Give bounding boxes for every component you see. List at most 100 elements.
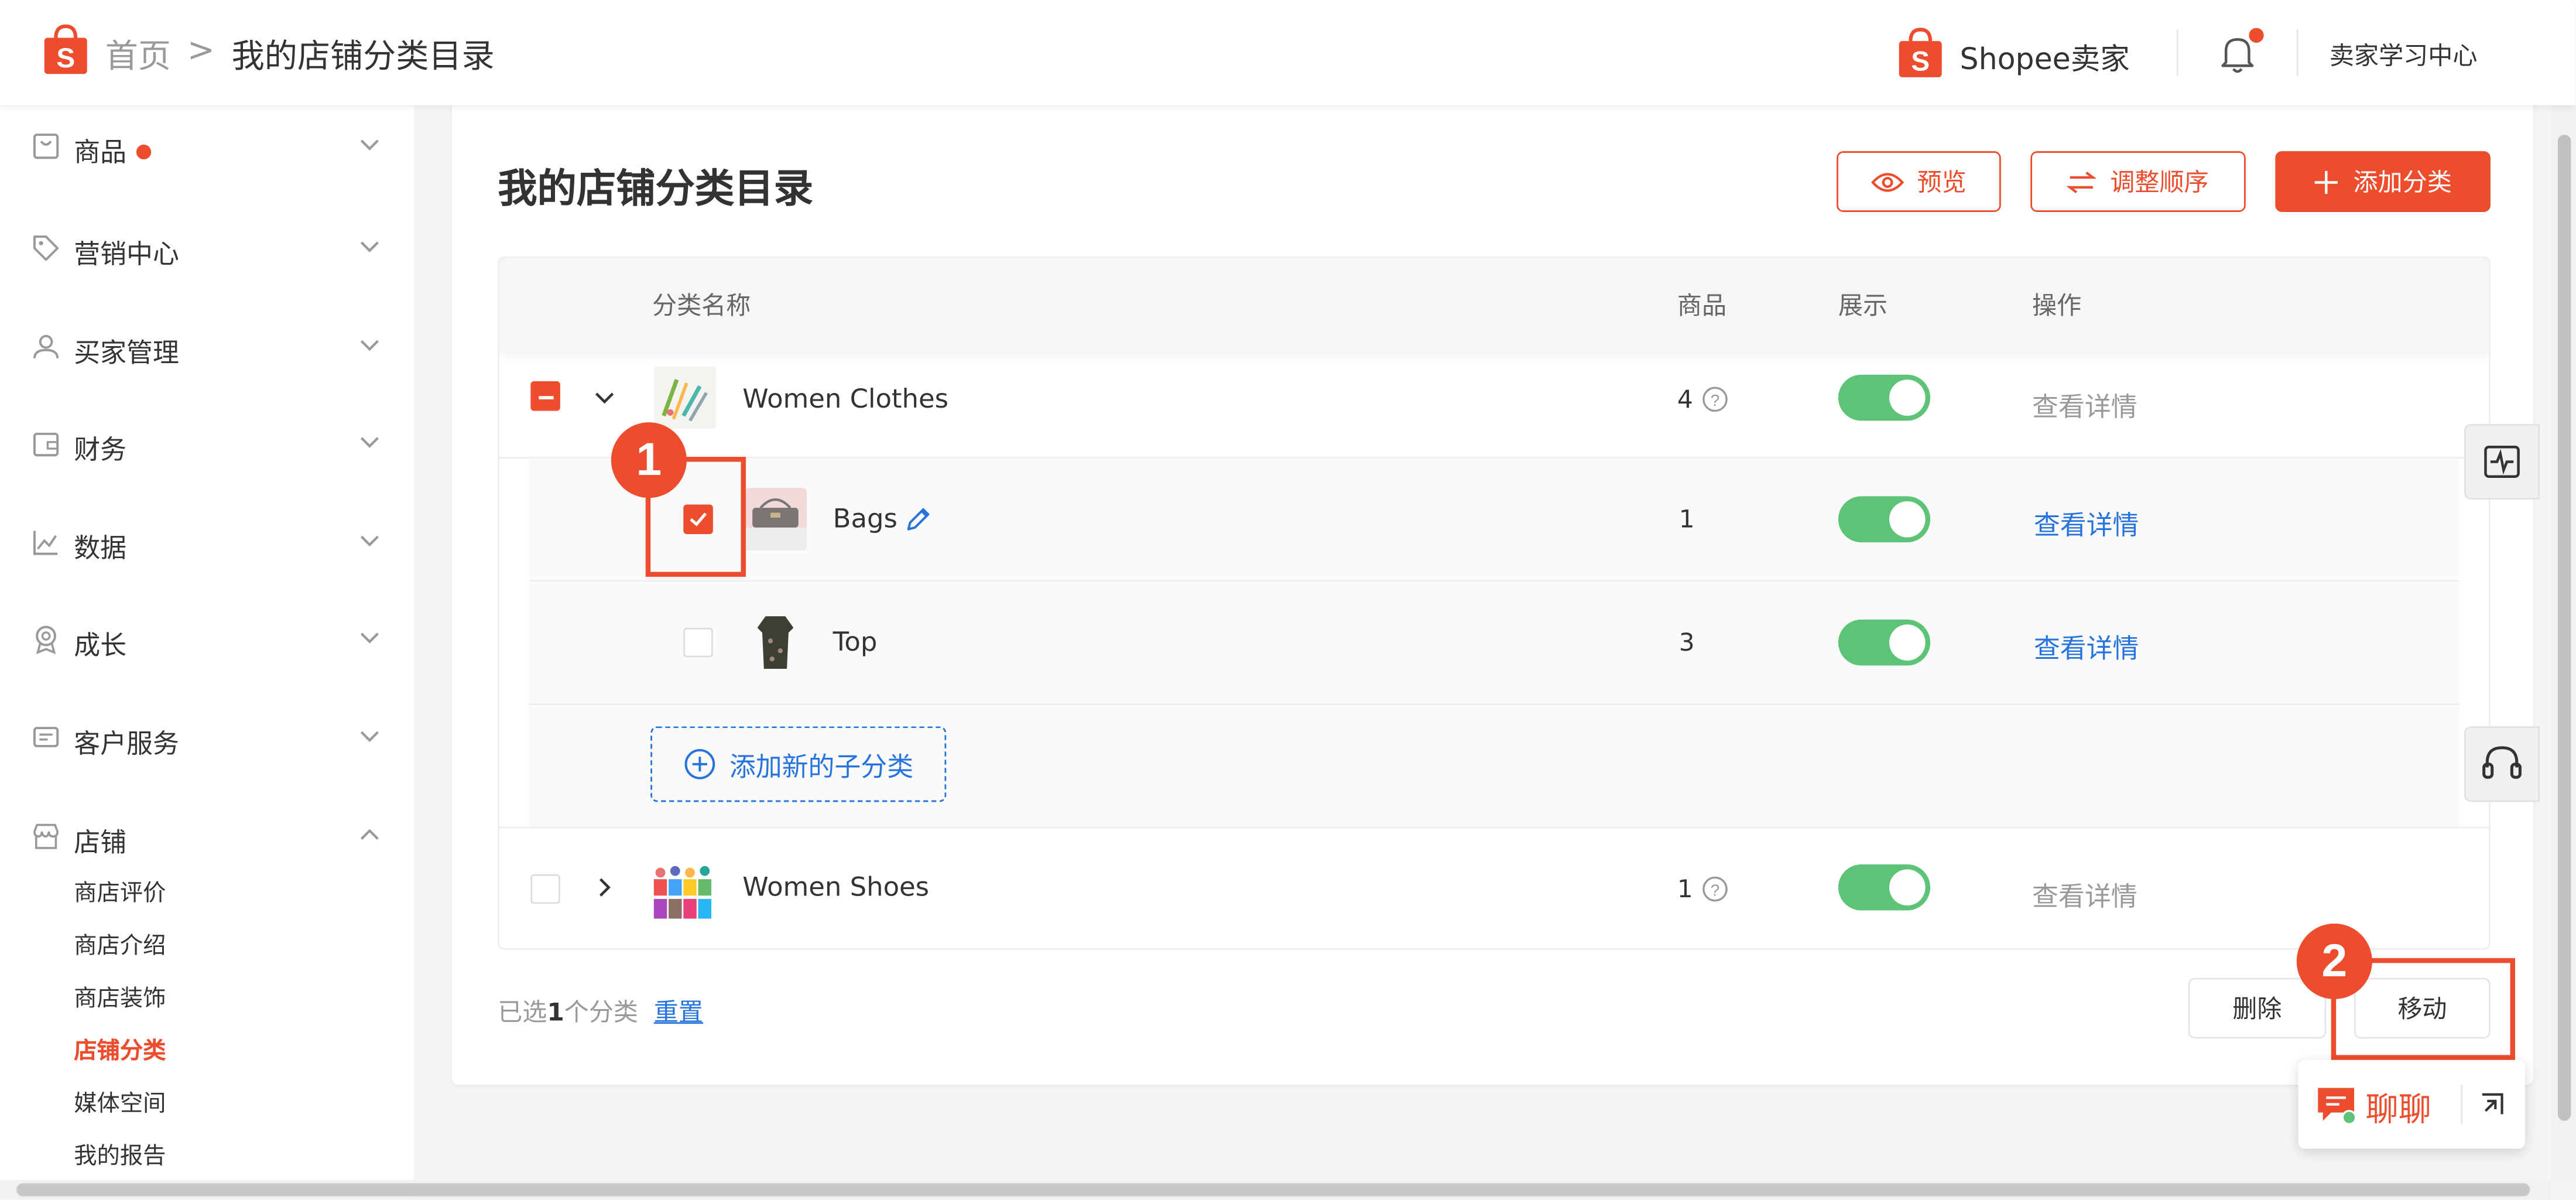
chevron-down-icon	[360, 633, 379, 644]
chevron-down-icon	[360, 731, 379, 743]
activity-monitor-icon	[2484, 445, 2520, 478]
wallet-icon	[33, 432, 59, 457]
column-header-products: 商品	[1677, 290, 1727, 321]
sidebar-item-label: 成长	[74, 629, 127, 661]
view-details-link[interactable]: 查看详情	[2032, 874, 2137, 914]
category-thumbnail	[650, 859, 713, 922]
svg-text:S: S	[1911, 46, 1930, 77]
annotation-step-2: 2	[2296, 923, 2372, 1000]
medal-icon	[36, 625, 56, 655]
sidebar-item-growth[interactable]: 成长	[0, 606, 414, 672]
pencil-edit-icon[interactable]	[903, 504, 933, 534]
row-checkbox[interactable]	[530, 874, 560, 904]
display-toggle[interactable]	[1838, 864, 1931, 911]
table-row: Women Clothes 4 ? 查看详情	[499, 350, 2489, 459]
horizontal-scrollbar-thumb[interactable]	[16, 1183, 2530, 1196]
reorder-button[interactable]: 调整顺序	[2030, 151, 2246, 212]
sidebar-sub-shop-decoration[interactable]: 商店装饰	[74, 981, 166, 1014]
table-header: 分类名称 商品 展示 操作	[499, 258, 2489, 350]
selected-count: 1	[547, 997, 564, 1027]
sidebar-sub-shop-profile[interactable]: 商店介绍	[74, 928, 166, 961]
vertical-scrollbar-thumb[interactable]	[2557, 135, 2571, 1121]
row-checkbox[interactable]	[683, 627, 713, 658]
product-count: 4	[1677, 384, 1693, 415]
sidebar: 商品 营销中心 买家管理 财务 数据 成长 客户服务 店铺 商店评价 商店介绍 …	[0, 105, 415, 1200]
preview-label: 预览	[1917, 167, 1967, 197]
delete-label: 删除	[2232, 994, 2282, 1024]
support-float-button[interactable]	[2464, 726, 2540, 802]
sidebar-item-products[interactable]: 商品	[0, 114, 414, 179]
column-header-action: 操作	[2032, 290, 2082, 321]
sidebar-sub-media-space[interactable]: 媒体空间	[74, 1086, 166, 1119]
chevron-down-icon	[360, 139, 379, 151]
chart-icon	[33, 531, 58, 555]
product-count: 3	[1678, 627, 1695, 658]
chevron-down-icon	[360, 535, 379, 547]
chat-widget[interactable]: 聊聊	[2298, 1059, 2525, 1149]
product-count: 1	[1678, 504, 1695, 534]
view-details-link[interactable]: 查看详情	[2034, 626, 2139, 665]
sidebar-item-shop[interactable]: 店铺	[0, 804, 414, 869]
shopee-seller-logo-icon[interactable]: S	[1897, 26, 1944, 79]
view-details-link[interactable]: 查看详情	[2032, 385, 2137, 424]
eye-icon	[1871, 172, 1904, 192]
service-icon	[33, 727, 59, 747]
expand-window-icon[interactable]	[2479, 1091, 2505, 1117]
breadcrumb-current: 我的店铺分类目录	[231, 36, 495, 76]
category-thumbnail	[653, 366, 717, 429]
header-divider	[2176, 29, 2178, 76]
question-icon[interactable]: ?	[1702, 876, 1728, 902]
display-toggle[interactable]	[1838, 374, 1931, 421]
header-divider	[2296, 29, 2298, 76]
sidebar-item-marketing[interactable]: 营销中心	[0, 216, 414, 281]
sidebar-item-finance[interactable]: 财务	[0, 411, 414, 477]
chevron-down-icon	[360, 437, 379, 448]
category-name: Women Clothes	[742, 382, 948, 415]
question-icon[interactable]: ?	[1702, 386, 1728, 412]
product-icon	[33, 134, 59, 159]
category-name: Top	[833, 626, 878, 658]
notification-badge	[2249, 28, 2264, 43]
svg-text:S: S	[56, 43, 75, 74]
sidebar-sub-shop-categories[interactable]: 店铺分类	[74, 1034, 166, 1066]
table-row: Women Shoes 1 ? 查看详情	[499, 828, 2489, 948]
chevron-up-icon	[360, 829, 379, 840]
top-image-icon	[757, 616, 794, 669]
add-category-label: 添加分类	[2353, 167, 2452, 197]
brand-name[interactable]: Shopee卖家	[1960, 36, 2130, 79]
sidebar-sub-my-reports[interactable]: 我的报告	[74, 1139, 166, 1172]
add-subcategory-button[interactable]: 添加新的子分类	[650, 726, 947, 802]
new-badge	[136, 144, 152, 160]
add-category-button[interactable]: 添加分类	[2275, 151, 2491, 212]
plus-icon	[2315, 170, 2339, 193]
row-checkbox[interactable]	[530, 381, 560, 411]
reset-link[interactable]: 重置	[654, 994, 703, 1029]
store-icon	[33, 823, 59, 849]
preview-button[interactable]: 预览	[1837, 151, 2001, 212]
breadcrumb-home[interactable]: 首页	[105, 30, 171, 77]
chevron-right-icon[interactable]	[593, 876, 616, 899]
performance-float-button[interactable]	[2464, 423, 2540, 500]
add-subcategory-label: 添加新的子分类	[729, 751, 914, 782]
table-row: Top 3 查看详情	[529, 582, 2459, 705]
category-thumbnail	[744, 488, 807, 551]
sidebar-item-buyers[interactable]: 买家管理	[0, 314, 414, 380]
display-toggle[interactable]	[1838, 619, 1931, 666]
sidebar-item-customer-service[interactable]: 客户服务	[0, 705, 414, 771]
category-name: Bags	[833, 502, 898, 534]
delete-button[interactable]: 删除	[2188, 977, 2327, 1039]
shopee-logo-icon[interactable]: S	[43, 23, 89, 76]
chevron-down-icon[interactable]	[593, 386, 616, 409]
sidebar-item-data[interactable]: 数据	[0, 510, 414, 575]
display-toggle[interactable]	[1838, 496, 1931, 542]
sidebar-item-label: 商品	[74, 136, 127, 168]
sidebar-sub-shop-reviews[interactable]: 商店评价	[74, 876, 166, 909]
view-details-link[interactable]: 查看详情	[2034, 503, 2139, 542]
sidebar-item-label: 数据	[74, 532, 127, 564]
selected-suffix: 个分类	[564, 997, 639, 1027]
seller-learning-center-link[interactable]: 卖家学习中心	[2330, 38, 2478, 73]
chat-divider	[2461, 1084, 2463, 1124]
user-icon	[33, 334, 59, 358]
svg-text:?: ?	[1711, 881, 1720, 899]
sidebar-item-label: 财务	[74, 433, 127, 466]
